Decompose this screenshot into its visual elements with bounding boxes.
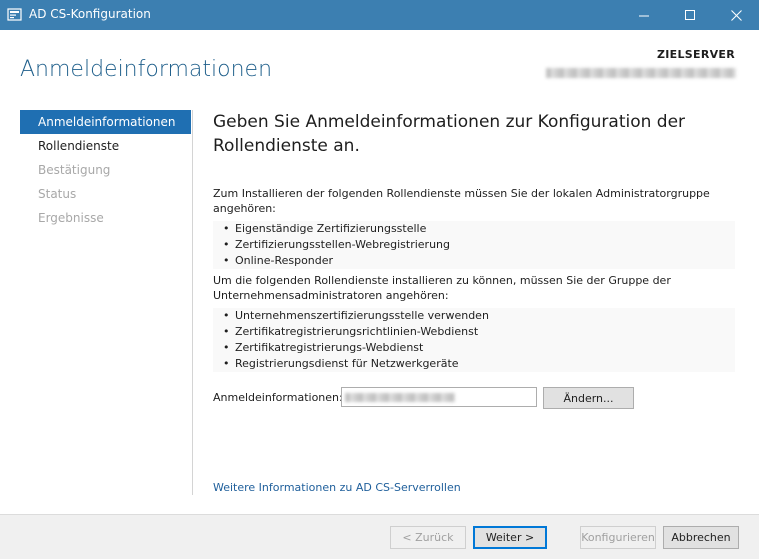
title-bar: AD CS-Konfiguration bbox=[0, 0, 759, 30]
close-button[interactable] bbox=[713, 0, 759, 30]
target-server-label: ZIELSERVER bbox=[657, 48, 735, 61]
nav-divider bbox=[192, 110, 193, 495]
credentials-label: Anmeldeinformationen: bbox=[213, 391, 343, 404]
nav-item-ergebnisse: Ergebnisse bbox=[38, 211, 104, 225]
close-icon bbox=[730, 9, 742, 21]
list-item: Unternehmenszertifizierungsstelle verwen… bbox=[213, 308, 735, 324]
page-title: Anmeldeinformationen bbox=[20, 57, 273, 82]
list-item: Zertifizierungsstellen-Webregistrierung bbox=[213, 237, 735, 253]
target-server-name-redacted bbox=[546, 68, 736, 78]
credentials-value-redacted bbox=[345, 393, 455, 402]
maximize-button[interactable] bbox=[667, 0, 713, 30]
list-item: Zertifikatregistrierungsrichtlinien-Webd… bbox=[213, 324, 735, 340]
minimize-icon bbox=[638, 15, 649, 16]
nav-item-status: Status bbox=[38, 187, 77, 201]
back-button[interactable]: < Zurück bbox=[390, 526, 466, 549]
window-title: AD CS-Konfiguration bbox=[29, 7, 151, 21]
list-item: Eigenständige Zertifizierungsstelle bbox=[213, 221, 735, 237]
wizard-navigation: Anmeldeinformationen Rollendienste Bestä… bbox=[20, 110, 191, 230]
content-heading: Geben Sie Anmeldeinformationen zur Konfi… bbox=[213, 112, 686, 156]
nav-item-anmeldeinformationen[interactable]: Anmeldeinformationen bbox=[20, 110, 191, 134]
app-icon bbox=[7, 8, 22, 21]
list-item: Registrierungsdienst für Netzwerkgeräte bbox=[213, 356, 735, 372]
nav-item-rollendienste[interactable]: Rollendienste bbox=[20, 134, 191, 158]
credentials-field[interactable] bbox=[341, 387, 537, 407]
next-button[interactable]: Weiter > bbox=[473, 526, 547, 549]
list-item: Online-Responder bbox=[213, 253, 735, 269]
cancel-button[interactable]: Abbrechen bbox=[663, 526, 739, 549]
maximize-icon bbox=[684, 9, 695, 20]
local-admin-role-list: Eigenständige Zertifizierungsstelle Zert… bbox=[213, 221, 735, 269]
enterprise-admin-intro: Um die folgenden Rollendienste installie… bbox=[213, 274, 671, 302]
list-item: Zertifikatregistrierungs-Webdienst bbox=[213, 340, 735, 356]
change-credentials-button[interactable]: Ändern... bbox=[543, 387, 634, 409]
more-info-link[interactable]: Weitere Informationen zu AD CS-Serverrol… bbox=[213, 481, 461, 494]
minimize-button[interactable] bbox=[621, 0, 667, 30]
nav-item-bestaetigung: Bestätigung bbox=[38, 163, 111, 177]
configure-button[interactable]: Konfigurieren bbox=[580, 526, 656, 549]
local-admin-intro: Zum Installieren der folgenden Rollendie… bbox=[213, 187, 710, 215]
enterprise-admin-role-list: Unternehmenszertifizierungsstelle verwen… bbox=[213, 308, 735, 372]
